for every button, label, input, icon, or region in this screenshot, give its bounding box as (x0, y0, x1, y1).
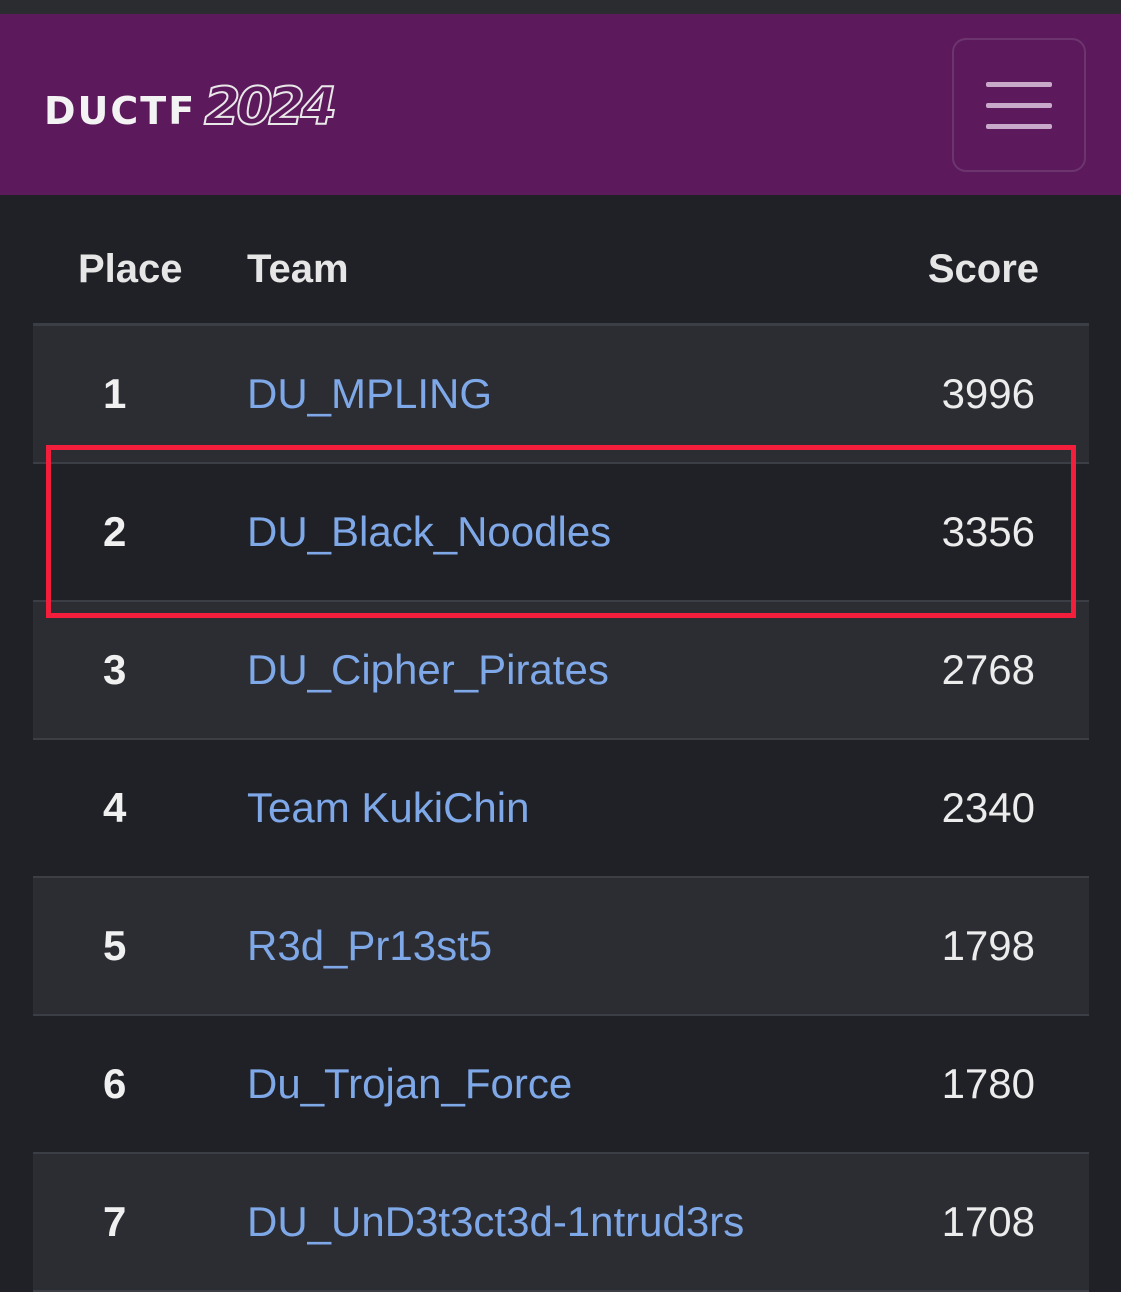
header-team[interactable]: Team (247, 247, 349, 292)
row-place: 2 (103, 508, 127, 555)
row-score: 1798 (941, 922, 1035, 969)
menu-toggle-button[interactable] (952, 38, 1086, 172)
row-place: 1 (103, 370, 127, 417)
row-place: 3 (103, 646, 127, 693)
brand-logo[interactable]: DUCTF 2024 (44, 76, 338, 146)
row-place: 6 (103, 1060, 127, 1107)
table-row: 2 DU_Black_Noodles 3356 (33, 464, 1089, 602)
team-link[interactable]: Team KukiChin (247, 784, 529, 832)
team-link[interactable]: DU_Cipher_Pirates (247, 646, 609, 694)
table-row: 6 Du_Trojan_Force 1780 (33, 1016, 1089, 1154)
team-link[interactable]: R3d_Pr13st5 (247, 922, 492, 970)
team-link[interactable]: DU_MPLING (247, 370, 492, 418)
row-place: 7 (103, 1198, 127, 1245)
row-score: 2340 (941, 784, 1035, 831)
team-link[interactable]: Du_Trojan_Force (247, 1060, 572, 1108)
row-place: 5 (103, 922, 127, 969)
table-row: 5 R3d_Pr13st5 1798 (33, 878, 1089, 1016)
team-link[interactable]: DU_UnD3t3ct3d-1ntrud3rs (247, 1198, 744, 1246)
row-score: 1708 (941, 1198, 1035, 1245)
status-strip (0, 0, 1121, 14)
header-score[interactable]: Score (928, 247, 1039, 292)
brand-year: 2024 (203, 76, 338, 138)
team-link[interactable]: DU_Black_Noodles (247, 508, 611, 556)
table-row: 7 DU_UnD3t3ct3d-1ntrud3rs 1708 (33, 1154, 1089, 1292)
header-place[interactable]: Place (78, 247, 183, 292)
row-score: 2768 (941, 646, 1035, 693)
navbar: DUCTF 2024 (0, 14, 1121, 195)
table-header: Place Team Score (33, 195, 1089, 326)
table-row: 1 DU_MPLING 3996 (33, 326, 1089, 464)
row-score: 3996 (941, 370, 1035, 417)
row-place: 4 (103, 784, 127, 831)
table-row: 3 DU_Cipher_Pirates 2768 (33, 602, 1089, 740)
hamburger-menu-icon (986, 82, 1052, 129)
brand-text: DUCTF (44, 89, 197, 133)
row-score: 1780 (941, 1060, 1035, 1107)
table-row: 4 Team KukiChin 2340 (33, 740, 1089, 878)
scoreboard-table: Place Team Score 1 DU_MPLING 3996 2 DU_B… (33, 195, 1089, 1292)
row-score: 3356 (941, 508, 1035, 555)
